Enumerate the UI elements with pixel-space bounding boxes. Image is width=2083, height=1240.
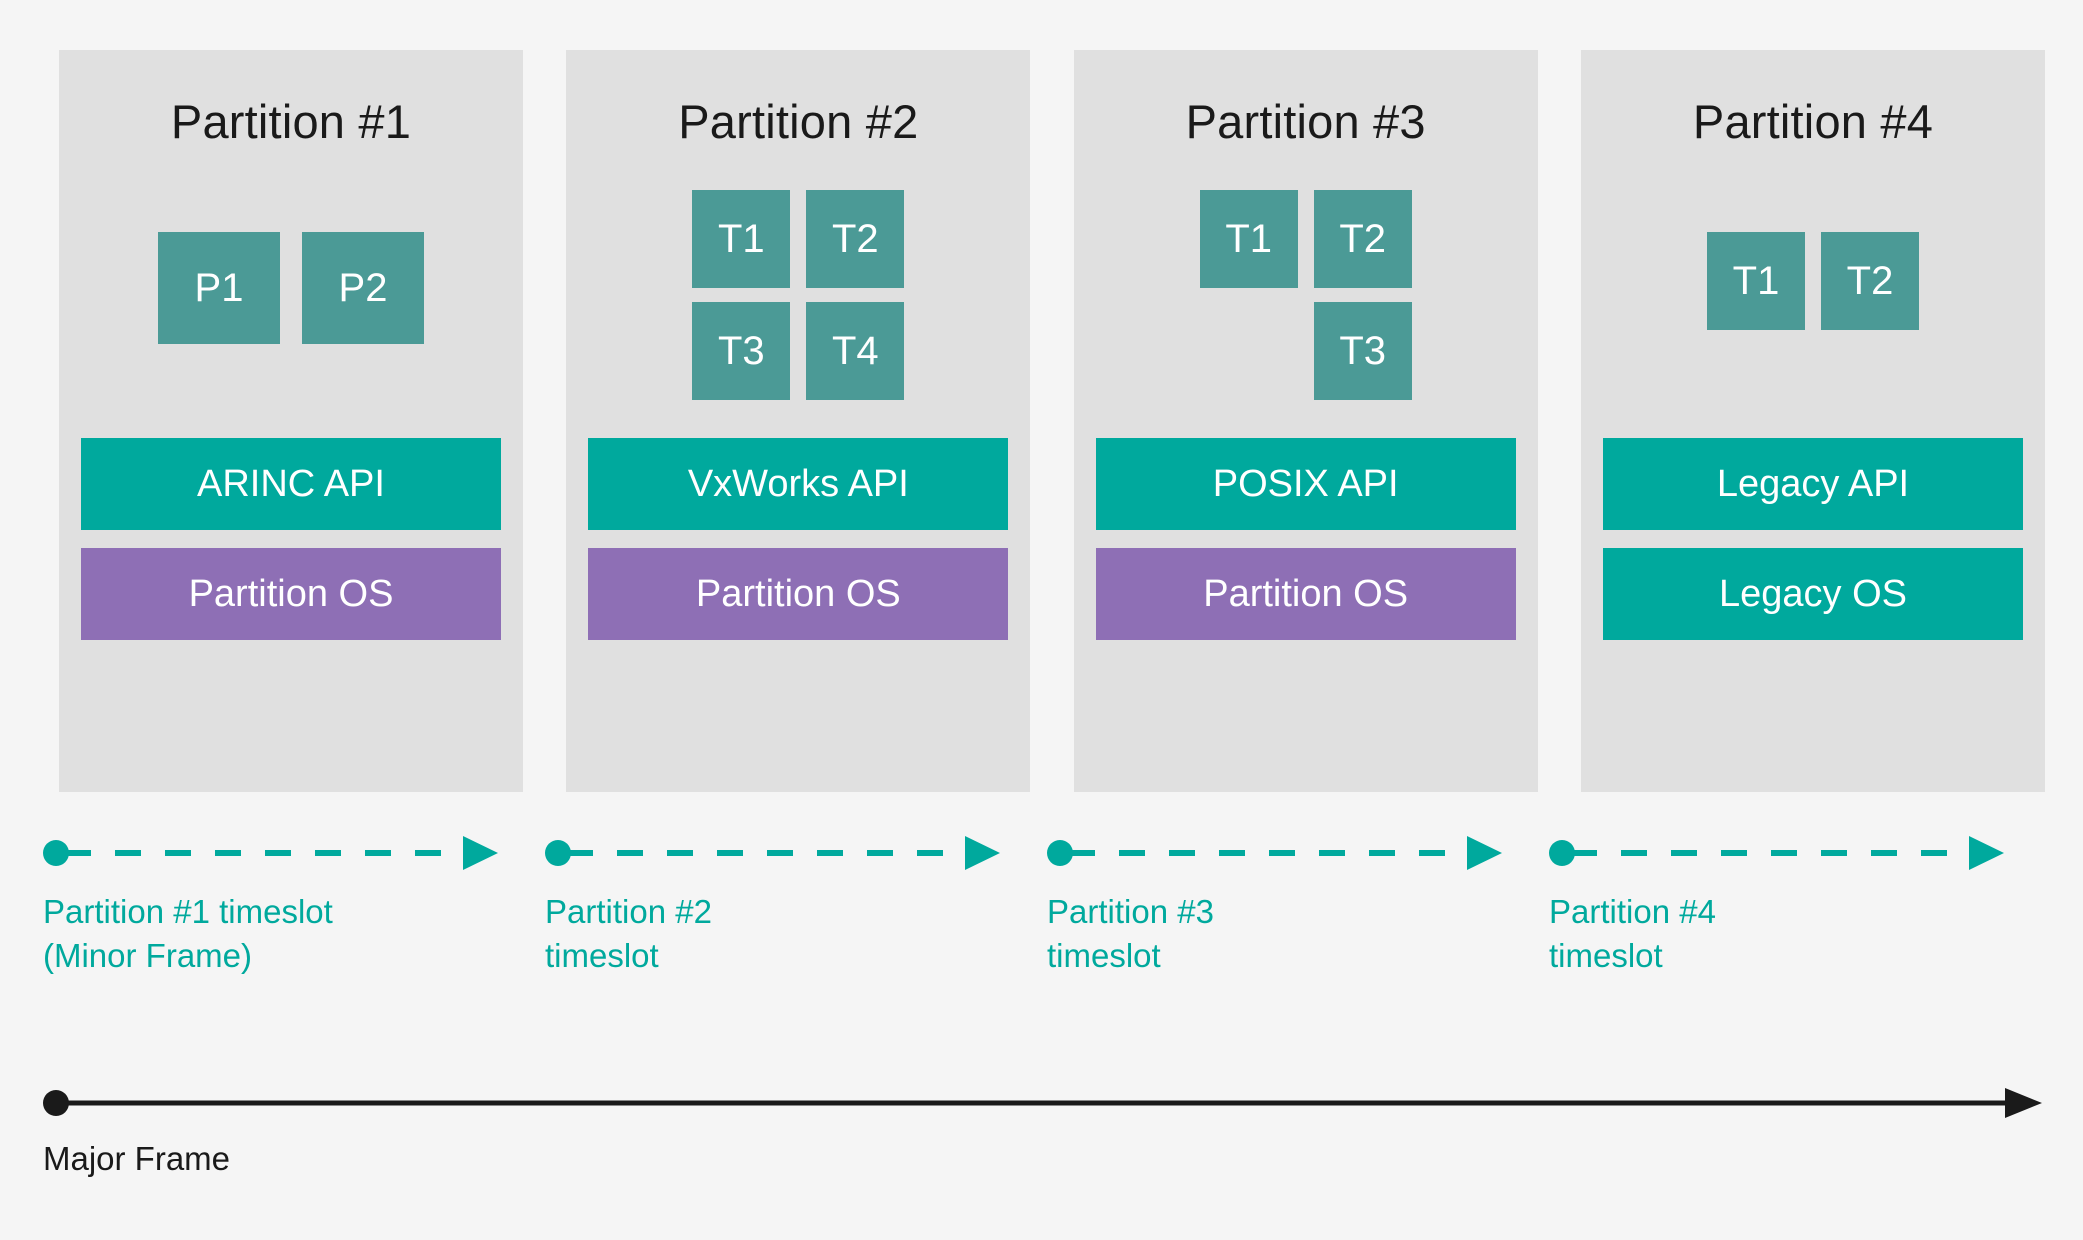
task-box-t1[interactable]: T1 <box>692 190 791 288</box>
task-row: T1 T2 <box>1074 190 1538 288</box>
api-bar-1[interactable]: ARINC API <box>81 438 501 530</box>
os-bar-2[interactable]: Partition OS <box>588 548 1009 640</box>
task-box-t2[interactable]: T2 <box>1313 190 1412 288</box>
partition-panel-3[interactable]: Partition #3 T1 T2 T3 POSIX API Partitio… <box>1073 50 1538 792</box>
task-box-t3[interactable]: T3 <box>1313 302 1412 400</box>
os-bar-4[interactable]: Legacy OS <box>1602 548 2023 640</box>
partition-title-4: Partition #4 <box>1692 95 1934 148</box>
task-row: T1 T2 <box>566 190 1030 288</box>
timeslot-3: Partition #3 timeslot <box>1047 828 1549 1038</box>
os-bar-3[interactable]: Partition OS <box>1095 548 1516 640</box>
task-box-t2[interactable]: T2 <box>1820 232 1919 330</box>
timeslot-2: Partition #2 timeslot <box>545 828 1047 1038</box>
partition-panel-1[interactable]: Partition #1 P1 P2 ARINC API Partition O… <box>59 50 523 792</box>
task-box-t3[interactable]: T3 <box>692 302 791 400</box>
process-box-p2[interactable]: P2 <box>302 232 424 344</box>
major-frame-label: Major Frame <box>43 1140 231 1177</box>
partition-title-1: Partition #1 <box>170 95 412 148</box>
task-row: P1 P2 <box>59 232 523 344</box>
timeslot-4: Partition #4 timeslot <box>1549 828 2051 1038</box>
task-box-t1[interactable]: T1 <box>1199 190 1298 288</box>
timeslot-arrow-1 <box>43 836 498 870</box>
task-box-t4[interactable]: T4 <box>806 302 905 400</box>
partition-panel-4[interactable]: Partition #4 T1 T2 Legacy API Legacy OS <box>1580 50 2045 792</box>
api-bar-4[interactable]: Legacy API <box>1602 438 2023 530</box>
partition-title-3: Partition #3 <box>1185 95 1426 148</box>
partition-title-2: Partition #2 <box>678 95 919 148</box>
process-box-p1[interactable]: P1 <box>158 232 280 344</box>
task-row: T3 T4 <box>566 302 1030 400</box>
timeslot-label-1: Partition #1 timeslot (Minor Frame) <box>43 893 333 974</box>
task-group-4: T1 T2 <box>1581 190 2045 410</box>
timeslot-1: Partition #1 timeslot (Minor Frame) <box>43 828 545 1038</box>
timeslot-arrow-4 <box>1549 836 2004 870</box>
task-group-3: T1 T2 T3 <box>1074 190 1538 410</box>
task-box-t2[interactable]: T2 <box>806 190 905 288</box>
partition-panel-2[interactable]: Partition #2 T1 T2 T3 T4 VxWorks API Par… <box>566 50 1031 792</box>
partition-panels-row: Partition #1 P1 P2 ARINC API Partition O… <box>59 50 2045 792</box>
timeslot-arrow-3 <box>1047 836 1502 870</box>
timeslot-label-4: Partition #4 timeslot <box>1549 893 1716 974</box>
task-group-2: T1 T2 T3 T4 <box>566 190 1030 410</box>
timeslot-arrow-2 <box>545 836 1000 870</box>
timeslot-label-2: Partition #2 timeslot <box>545 893 712 974</box>
os-bar-1[interactable]: Partition OS <box>81 548 501 640</box>
task-box-t1[interactable]: T1 <box>1706 232 1805 330</box>
major-frame-group: Major Frame <box>43 1078 2045 1208</box>
major-frame-arrow <box>43 1088 2042 1118</box>
task-row: T1 T2 <box>1581 232 2045 330</box>
api-bar-3[interactable]: POSIX API <box>1095 438 1516 530</box>
api-bar-2[interactable]: VxWorks API <box>588 438 1009 530</box>
timeslot-timelines: Partition #1 timeslot (Minor Frame) Part… <box>43 828 2045 1038</box>
task-group-1: P1 P2 <box>59 190 523 410</box>
task-row: T3 <box>1074 302 1538 400</box>
timeslot-label-3: Partition #3 timeslot <box>1047 893 1214 974</box>
